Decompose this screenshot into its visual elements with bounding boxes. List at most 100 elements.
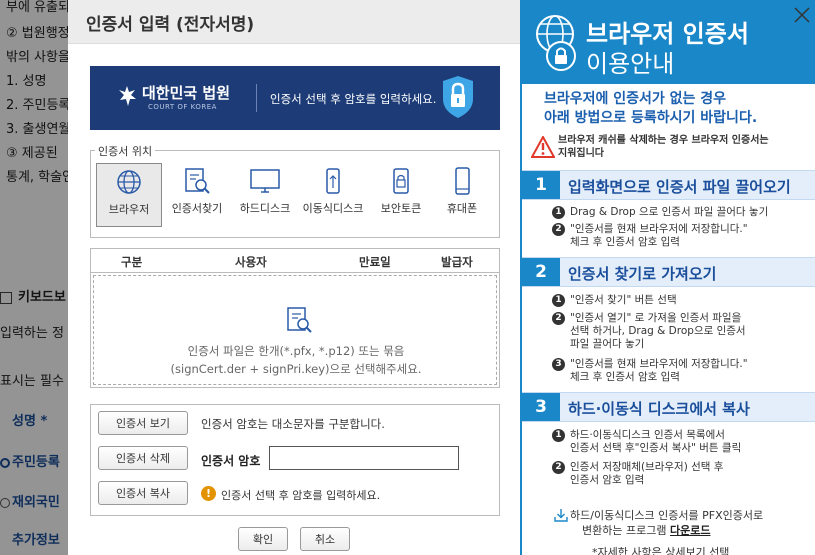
step-bullet: 2 [552, 223, 565, 236]
step-item: 3 "인증서를 현재 브라우저에 저장합니다." 체크 후 인증서 암호 입력 [552, 358, 748, 384]
cache-warning: 브라우저 캐쉬를 삭제하는 경우 브라우저 인증서는 지워집니다 [558, 134, 769, 160]
step-number: 3 [522, 393, 560, 421]
step-bullet: 1 [552, 429, 565, 442]
delete-cert-button[interactable]: 인증서 삭제 [98, 446, 188, 470]
location-label: 휴대폰 [446, 202, 478, 215]
guide-intro-line: 아래 방법으로 등록하시기 바랍니다. [544, 110, 758, 126]
file-drop-zone[interactable]: 인증서 파일은 한개(*.pfx, *.p12) 또는 묶음 (signCert… [93, 275, 497, 385]
step-item: 2 "인증서를 현재 브라우저에 저장합니다." 체크 후 인증서 암호 입력 [552, 223, 748, 249]
step-item: 1 Drag & Drop 으로 인증서 파일 끌어다 놓기 [552, 206, 769, 219]
download-icon [554, 509, 568, 522]
step-title: 인증서 찾기로 가져오기 [568, 265, 717, 283]
step-line: "인증서 열기" 로 가져올 인증서 파일을 [570, 312, 742, 324]
step-line: 체크 후 인증서 암호 입력 [570, 371, 680, 383]
step-bullet: 2 [552, 461, 565, 474]
cache-warning-line: 지워집니다 [558, 148, 604, 159]
phone-icon [455, 167, 470, 195]
location-cert-search-button[interactable]: 인증서찾기 [164, 163, 230, 227]
step-bullet: 1 [552, 206, 565, 219]
drop-hint-line: 인증서 파일은 한개(*.pfx, *.p12) 또는 묶음 [187, 344, 405, 358]
step-item: 2 인증서 저장매체(브라우저) 선택 후 인증서 암호 입력 [552, 461, 724, 487]
step-bullet: 1 [552, 294, 565, 307]
step-bullet: 3 [552, 358, 565, 371]
guide-subtitle: 이용안내 [586, 50, 675, 78]
table-header: 구분 사용자 만료일 발급자 [91, 249, 499, 273]
usb-icon [326, 168, 340, 194]
password-input[interactable] [269, 446, 459, 470]
location-usb-button[interactable]: 이동식디스크 [300, 163, 366, 227]
court-subtitle: COURT OF KOREA [148, 103, 217, 111]
monitor-icon [250, 169, 280, 193]
location-label: 하드디스크 [239, 202, 291, 215]
location-phone-button[interactable]: 휴대폰 [429, 163, 495, 227]
warning-icon: ! [201, 486, 216, 501]
warning-text: 인증서 선택 후 암호를 입력하세요. [221, 489, 381, 502]
cert-location-group: 인증서 위치 브라우저 인증서찾기 하드디스크 이동식디스크 보안토큰 휴대폰 [90, 143, 500, 238]
step-bullet: 2 [552, 312, 565, 325]
convert-note-text: 변환하는 프로그램 [582, 524, 667, 537]
banner-divider [256, 84, 257, 112]
step-line: Drag & Drop 으로 인증서 파일 끌어다 놓기 [570, 206, 769, 218]
location-label: 브라우저 [108, 203, 150, 216]
certificate-table: 구분 사용자 만료일 발급자 인증서 파일은 한개(*.pfx, *.p12) … [90, 248, 500, 388]
step-line: "인증서 찾기" 버튼 선택 [570, 294, 677, 306]
view-cert-button[interactable]: 인증서 보기 [98, 411, 188, 435]
cancel-button[interactable]: 취소 [300, 527, 350, 551]
step-item: 1 "인증서 찾기" 버튼 선택 [552, 294, 677, 307]
cert-location-legend: 인증서 위치 [95, 143, 156, 159]
token-icon [393, 168, 409, 194]
step-2-header: 2 인증서 찾기로 가져오기 [522, 257, 815, 287]
column-header: 발급자 [441, 255, 473, 269]
step-line: 체크 후 인증서 암호 입력 [570, 236, 680, 248]
step-line: 하드·이동식디스크 인증서 목록에서 [570, 429, 725, 441]
download-link[interactable]: 다운로드 [670, 524, 710, 537]
globe-icon [117, 170, 141, 194]
location-token-button[interactable]: 보안토큰 [368, 163, 434, 227]
location-label: 보안토큰 [380, 202, 422, 215]
dialog-header: 인증서 입력 (전자서명) [68, 0, 520, 44]
step-line: "인증서를 현재 브라우저에 저장합니다." [570, 358, 748, 370]
warning-triangle-icon [531, 136, 555, 158]
step-line: 인증서 암호 입력 [570, 474, 645, 486]
step-line: 선택 하거나, Drag & Drop으로 인증서 [570, 325, 746, 337]
convert-note: 하드/이동식디스크 인증서를 PFX인증서로 [570, 509, 764, 522]
guide-intro: 브라우저에 인증서가 없는 경우 아래 방법으로 등록하시기 바랍니다. [544, 90, 757, 128]
certificate-actions: 인증서 보기 인증서 삭제 인증서 복사 인증서 암호는 대소문자를 구분합니다… [90, 404, 500, 516]
certificate-dialog: 인증서 입력 (전자서명) 대한민국 법원 COURT OF KOREA 인증서… [68, 0, 520, 555]
step-number: 1 [522, 171, 560, 199]
location-label: 인증서찾기 [171, 202, 223, 215]
convert-note-line-2: 변환하는 프로그램 다운로드 [582, 522, 710, 538]
cert-file-icon [287, 307, 312, 333]
column-header: 만료일 [359, 255, 391, 269]
location-harddisk-button[interactable]: 하드디스크 [232, 163, 298, 227]
case-sensitive-note: 인증서 암호는 대소문자를 구분합니다. [201, 417, 385, 431]
close-icon[interactable] [791, 4, 813, 26]
step-line: 인증서 저장매체(브라우저) 선택 후 [570, 461, 724, 473]
dialog-title: 인증서 입력 (전자서명) [86, 15, 255, 35]
cache-warning-line: 브라우저 캐쉬를 삭제하는 경우 브라우저 인증서는 [558, 135, 769, 146]
step-line: 파일 끌어다 놓기 [570, 338, 645, 350]
step-item: 1 하드·이동식디스크 인증서 목록에서 인증서 선택 후"인증서 복사" 버튼… [552, 429, 742, 455]
copy-cert-button[interactable]: 인증서 복사 [98, 481, 188, 505]
confirm-button[interactable]: 확인 [238, 527, 288, 551]
column-header: 사용자 [235, 255, 267, 269]
cert-search-icon [185, 168, 210, 194]
step-line: "인증서를 현재 브라우저에 저장합니다." [570, 223, 748, 235]
court-logo-icon [119, 86, 136, 106]
globe-lock-icon [536, 15, 576, 71]
banner-text: 인증서 선택 후 암호를 입력하세요. [270, 92, 437, 106]
step-number: 2 [522, 258, 560, 286]
court-banner: 대한민국 법원 COURT OF KOREA 인증서 선택 후 암호를 입력하세… [90, 66, 500, 130]
step-3-header: 3 하드·이동식 디스크에서 복사 [522, 392, 815, 422]
step-item: 2 "인증서 열기" 로 가져올 인증서 파일을 선택 하거나, Drag & … [552, 312, 746, 351]
location-label: 이동식디스크 [302, 202, 364, 215]
lock-shield-icon [443, 76, 473, 118]
guide-intro-line: 브라우저에 인증서가 없는 경우 [544, 91, 727, 107]
step-line: 인증서 선택 후"인증서 복사" 버튼 클릭 [570, 442, 742, 454]
location-browser-button[interactable]: 브라우저 [96, 163, 162, 227]
column-header: 구분 [121, 255, 143, 269]
step-1-header: 1 입력화면으로 인증서 파일 끌어오기 [522, 170, 815, 200]
guide-more-note: *자세한 사항은 상세보기 선택 [592, 546, 730, 555]
step-title: 하드·이동식 디스크에서 복사 [568, 400, 750, 418]
drop-hint-line: (signCert.der + signPri.key)으로 선택해주세요. [170, 362, 422, 376]
